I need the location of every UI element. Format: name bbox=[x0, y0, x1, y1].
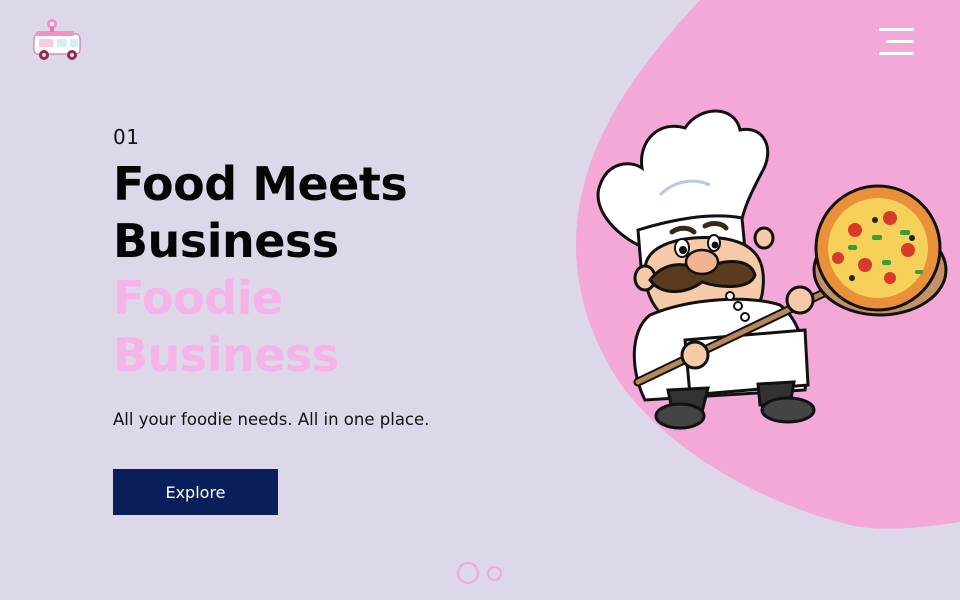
headline-line-accent: Business bbox=[113, 328, 339, 382]
carousel-dot-active[interactable] bbox=[457, 562, 479, 584]
hero-headline: Food Meets Business Foodie Business bbox=[113, 156, 408, 384]
chef-with-pizza-icon bbox=[596, 109, 948, 430]
carousel-dots bbox=[455, 561, 515, 587]
headline-line-accent: Foodie bbox=[113, 271, 283, 325]
food-truck-icon[interactable] bbox=[30, 18, 86, 64]
headline-line: Food Meets bbox=[113, 157, 408, 211]
carousel-dot[interactable] bbox=[487, 566, 502, 581]
headline-line: Business bbox=[113, 214, 339, 268]
slide-number: 01 bbox=[113, 125, 140, 149]
hamburger-menu-icon[interactable] bbox=[876, 26, 916, 58]
hero-tagline: All your foodie needs. All in one place. bbox=[113, 410, 430, 429]
explore-button[interactable]: Explore bbox=[113, 469, 278, 515]
